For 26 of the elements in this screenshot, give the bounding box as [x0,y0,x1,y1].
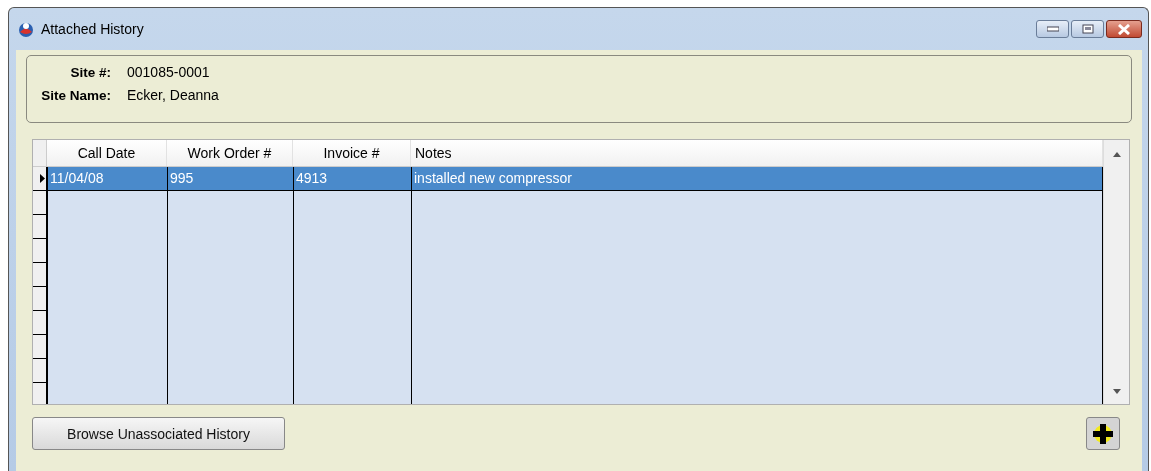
app-icon [17,20,35,38]
minimize-button[interactable] [1036,20,1069,38]
scroll-up-icon[interactable] [1112,152,1121,157]
browse-button[interactable]: Browse Unassociated History [32,417,285,450]
field-label: Site Name: [40,87,111,103]
close-button[interactable] [1106,20,1142,38]
column-header[interactable]: Work Order # [167,140,293,166]
close-icon [1117,23,1131,35]
table-row[interactable]: 11/04/08 995 4913 installed new compressor [33,167,1103,191]
field-label: Site #: [69,64,111,80]
minimize-icon [1046,26,1059,32]
column-header[interactable]: Invoice # [293,140,411,166]
scroll-down-icon[interactable] [1112,389,1121,394]
maximize-icon [1081,24,1094,34]
window-title: Attached History [41,21,144,37]
field-value: 001085-0001 [127,64,210,80]
field-value: Ecker, Deanna [127,87,219,103]
table-cell: 995 [168,167,294,190]
add-button[interactable] [1086,417,1120,450]
current-row-icon [40,174,45,183]
maximize-button[interactable] [1071,20,1104,38]
table-cell: 4913 [294,167,412,190]
plus-icon [1091,421,1115,446]
scrollbar[interactable] [1103,140,1129,404]
table-cell: 11/04/08 [48,167,168,190]
column-header[interactable]: Call Date [47,140,167,166]
